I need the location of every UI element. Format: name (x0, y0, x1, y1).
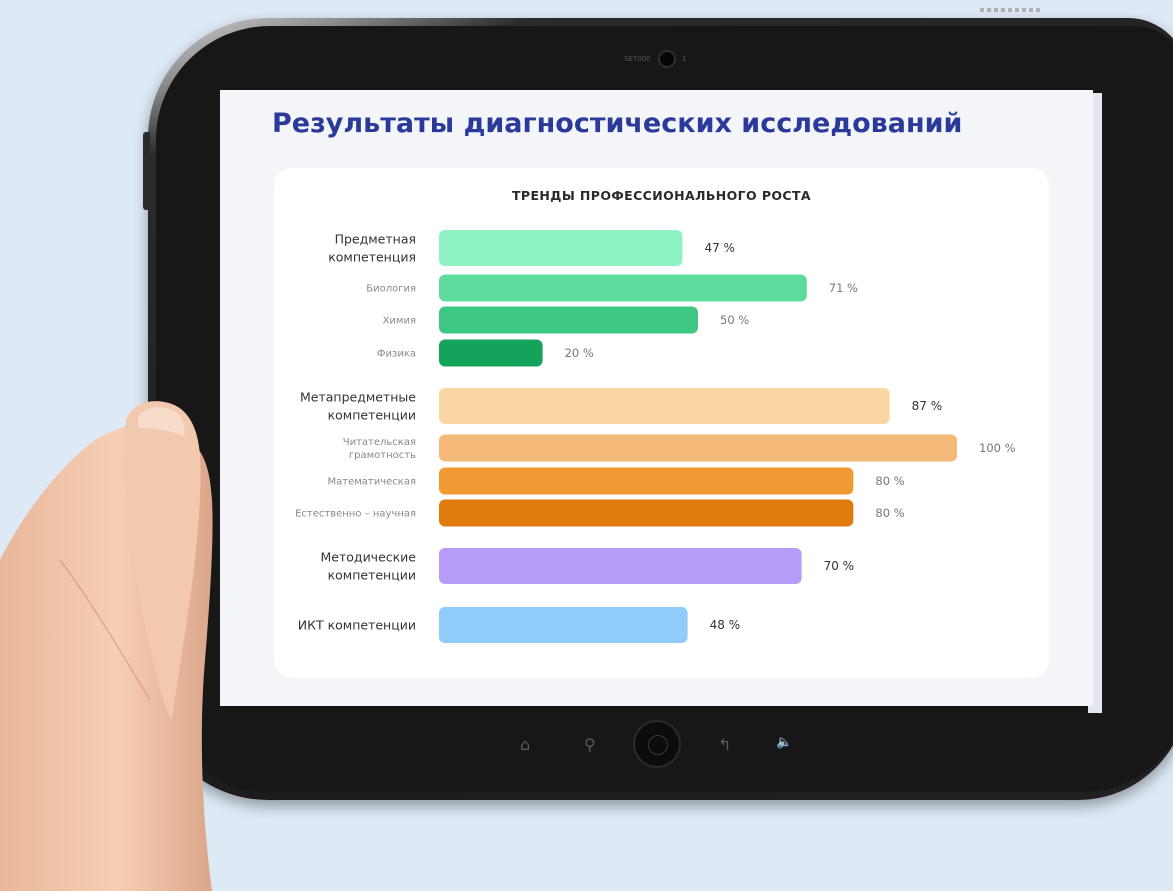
hand-illustration (0, 401, 213, 891)
